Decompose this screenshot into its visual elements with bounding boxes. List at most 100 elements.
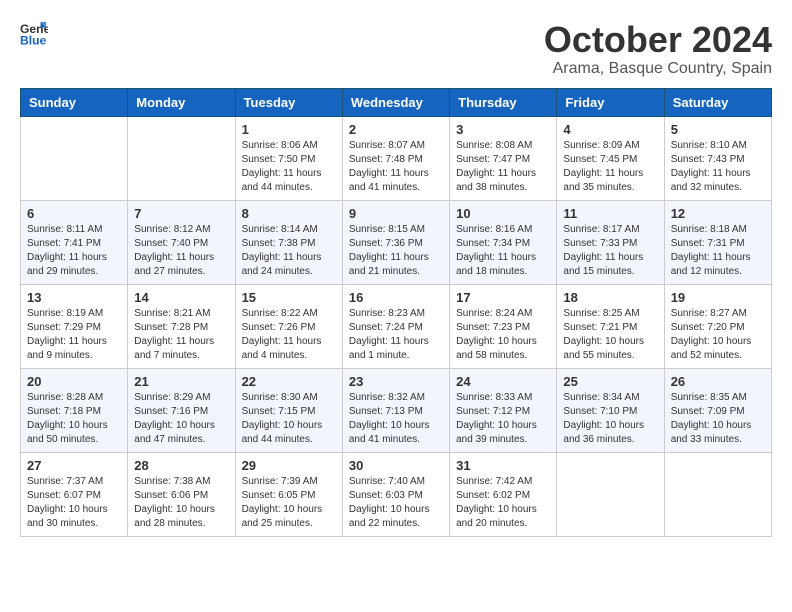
day-info: Sunrise: 8:09 AM Sunset: 7:45 PM Dayligh…	[563, 139, 657, 195]
day-number: 11	[563, 206, 657, 221]
svg-text:Blue: Blue	[20, 33, 47, 47]
day-info: Sunrise: 8:14 AM Sunset: 7:38 PM Dayligh…	[242, 223, 336, 279]
day-number: 23	[349, 374, 443, 389]
day-number: 15	[242, 290, 336, 305]
header-cell-thursday: Thursday	[450, 88, 557, 116]
day-info: Sunrise: 8:27 AM Sunset: 7:20 PM Dayligh…	[671, 307, 765, 363]
calendar-cell: 22 Sunrise: 8:30 AM Sunset: 7:15 PM Dayli…	[235, 368, 342, 452]
day-number: 14	[134, 290, 228, 305]
calendar-cell	[557, 452, 664, 536]
calendar-cell: 14 Sunrise: 8:21 AM Sunset: 7:28 PM Dayli…	[128, 284, 235, 368]
day-info: Sunrise: 8:17 AM Sunset: 7:33 PM Dayligh…	[563, 223, 657, 279]
day-number: 4	[563, 122, 657, 137]
day-info: Sunrise: 8:15 AM Sunset: 7:36 PM Dayligh…	[349, 223, 443, 279]
calendar-cell: 20Sunrise: 8:28 AM Sunset: 7:18 PM Dayli…	[21, 368, 128, 452]
day-info: Sunrise: 8:35 AM Sunset: 7:09 PM Dayligh…	[671, 391, 765, 447]
day-info: Sunrise: 7:40 AM Sunset: 6:03 PM Dayligh…	[349, 475, 443, 531]
calendar-cell: 26 Sunrise: 8:35 AM Sunset: 7:09 PM Dayli…	[664, 368, 771, 452]
header-cell-saturday: Saturday	[664, 88, 771, 116]
day-info: Sunrise: 8:25 AM Sunset: 7:21 PM Dayligh…	[563, 307, 657, 363]
day-info: Sunrise: 8:28 AM Sunset: 7:18 PM Dayligh…	[27, 391, 121, 447]
header-cell-sunday: Sunday	[21, 88, 128, 116]
day-number: 5	[671, 122, 765, 137]
day-info: Sunrise: 8:19 AM Sunset: 7:29 PM Dayligh…	[27, 307, 121, 363]
day-info: Sunrise: 7:39 AM Sunset: 6:05 PM Dayligh…	[242, 475, 336, 531]
day-info: Sunrise: 8:21 AM Sunset: 7:28 PM Dayligh…	[134, 307, 228, 363]
day-number: 3	[456, 122, 550, 137]
calendar-cell	[21, 116, 128, 200]
day-number: 25	[563, 374, 657, 389]
header-cell-wednesday: Wednesday	[342, 88, 449, 116]
day-info: Sunrise: 7:37 AM Sunset: 6:07 PM Dayligh…	[27, 475, 121, 531]
location-title: Arama, Basque Country, Spain	[544, 60, 772, 78]
calendar-cell: 4 Sunrise: 8:09 AM Sunset: 7:45 PM Daylig…	[557, 116, 664, 200]
day-number: 26	[671, 374, 765, 389]
day-info: Sunrise: 7:42 AM Sunset: 6:02 PM Dayligh…	[456, 475, 550, 531]
day-number: 2	[349, 122, 443, 137]
month-title: October 2024	[544, 20, 772, 60]
calendar-cell: 17 Sunrise: 8:24 AM Sunset: 7:23 PM Dayli…	[450, 284, 557, 368]
calendar-cell: 31Sunrise: 7:42 AM Sunset: 6:02 PM Dayli…	[450, 452, 557, 536]
day-number: 1	[242, 122, 336, 137]
day-info: Sunrise: 8:07 AM Sunset: 7:48 PM Dayligh…	[349, 139, 443, 195]
calendar-cell: 3 Sunrise: 8:08 AM Sunset: 7:47 PM Daylig…	[450, 116, 557, 200]
day-info: Sunrise: 8:29 AM Sunset: 7:16 PM Dayligh…	[134, 391, 228, 447]
calendar-week-row: 27 Sunrise: 7:37 AM Sunset: 6:07 PM Dayli…	[21, 452, 772, 536]
calendar-cell: 18 Sunrise: 8:25 AM Sunset: 7:21 PM Dayli…	[557, 284, 664, 368]
day-info: Sunrise: 7:38 AM Sunset: 6:06 PM Dayligh…	[134, 475, 228, 531]
calendar-cell: 13 Sunrise: 8:19 AM Sunset: 7:29 PM Dayli…	[21, 284, 128, 368]
calendar-cell: 15 Sunrise: 8:22 AM Sunset: 7:26 PM Dayli…	[235, 284, 342, 368]
header-cell-monday: Monday	[128, 88, 235, 116]
calendar-cell	[128, 116, 235, 200]
calendar-week-row: 13 Sunrise: 8:19 AM Sunset: 7:29 PM Dayli…	[21, 284, 772, 368]
calendar-cell: 1 Sunrise: 8:06 AM Sunset: 7:50 PM Daylig…	[235, 116, 342, 200]
calendar-cell: 2 Sunrise: 8:07 AM Sunset: 7:48 PM Daylig…	[342, 116, 449, 200]
day-info: Sunrise: 8:24 AM Sunset: 7:23 PM Dayligh…	[456, 307, 550, 363]
calendar-cell: 9 Sunrise: 8:15 AM Sunset: 7:36 PM Daylig…	[342, 200, 449, 284]
calendar-cell: 7 Sunrise: 8:12 AM Sunset: 7:40 PM Daylig…	[128, 200, 235, 284]
logo-icon: General Blue	[20, 20, 48, 48]
day-info: Sunrise: 8:34 AM Sunset: 7:10 PM Dayligh…	[563, 391, 657, 447]
calendar-table: SundayMondayTuesdayWednesdayThursdayFrid…	[20, 88, 772, 537]
header-cell-friday: Friday	[557, 88, 664, 116]
day-info: Sunrise: 8:11 AM Sunset: 7:41 PM Dayligh…	[27, 223, 121, 279]
day-number: 16	[349, 290, 443, 305]
day-info: Sunrise: 8:16 AM Sunset: 7:34 PM Dayligh…	[456, 223, 550, 279]
calendar-cell: 30 Sunrise: 7:40 AM Sunset: 6:03 PM Dayli…	[342, 452, 449, 536]
day-number: 22	[242, 374, 336, 389]
day-number: 24	[456, 374, 550, 389]
day-info: Sunrise: 8:30 AM Sunset: 7:15 PM Dayligh…	[242, 391, 336, 447]
day-number: 18	[563, 290, 657, 305]
day-info: Sunrise: 8:22 AM Sunset: 7:26 PM Dayligh…	[242, 307, 336, 363]
day-number: 10	[456, 206, 550, 221]
day-number: 8	[242, 206, 336, 221]
logo: General Blue	[20, 20, 48, 48]
day-info: Sunrise: 8:08 AM Sunset: 7:47 PM Dayligh…	[456, 139, 550, 195]
day-number: 19	[671, 290, 765, 305]
day-info: Sunrise: 8:32 AM Sunset: 7:13 PM Dayligh…	[349, 391, 443, 447]
day-number: 6	[27, 206, 121, 221]
day-number: 28	[134, 458, 228, 473]
day-number: 13	[27, 290, 121, 305]
calendar-cell: 29 Sunrise: 7:39 AM Sunset: 6:05 PM Dayli…	[235, 452, 342, 536]
day-info: Sunrise: 8:10 AM Sunset: 7:43 PM Dayligh…	[671, 139, 765, 195]
day-info: Sunrise: 8:23 AM Sunset: 7:24 PM Dayligh…	[349, 307, 443, 363]
day-number: 12	[671, 206, 765, 221]
calendar-cell: 19 Sunrise: 8:27 AM Sunset: 7:20 PM Dayli…	[664, 284, 771, 368]
day-number: 9	[349, 206, 443, 221]
day-number: 17	[456, 290, 550, 305]
calendar-week-row: 1 Sunrise: 8:06 AM Sunset: 7:50 PM Daylig…	[21, 116, 772, 200]
day-info: Sunrise: 8:06 AM Sunset: 7:50 PM Dayligh…	[242, 139, 336, 195]
day-number: 27	[27, 458, 121, 473]
calendar-cell: 27 Sunrise: 7:37 AM Sunset: 6:07 PM Dayli…	[21, 452, 128, 536]
calendar-cell: 24Sunrise: 8:33 AM Sunset: 7:12 PM Dayli…	[450, 368, 557, 452]
day-number: 29	[242, 458, 336, 473]
calendar-cell: 6 Sunrise: 8:11 AM Sunset: 7:41 PM Daylig…	[21, 200, 128, 284]
day-number: 7	[134, 206, 228, 221]
calendar-cell: 21 Sunrise: 8:29 AM Sunset: 7:16 PM Dayli…	[128, 368, 235, 452]
day-number: 30	[349, 458, 443, 473]
calendar-cell: 11 Sunrise: 8:17 AM Sunset: 7:33 PM Dayli…	[557, 200, 664, 284]
day-info: Sunrise: 8:12 AM Sunset: 7:40 PM Dayligh…	[134, 223, 228, 279]
day-info: Sunrise: 8:18 AM Sunset: 7:31 PM Dayligh…	[671, 223, 765, 279]
day-number: 21	[134, 374, 228, 389]
